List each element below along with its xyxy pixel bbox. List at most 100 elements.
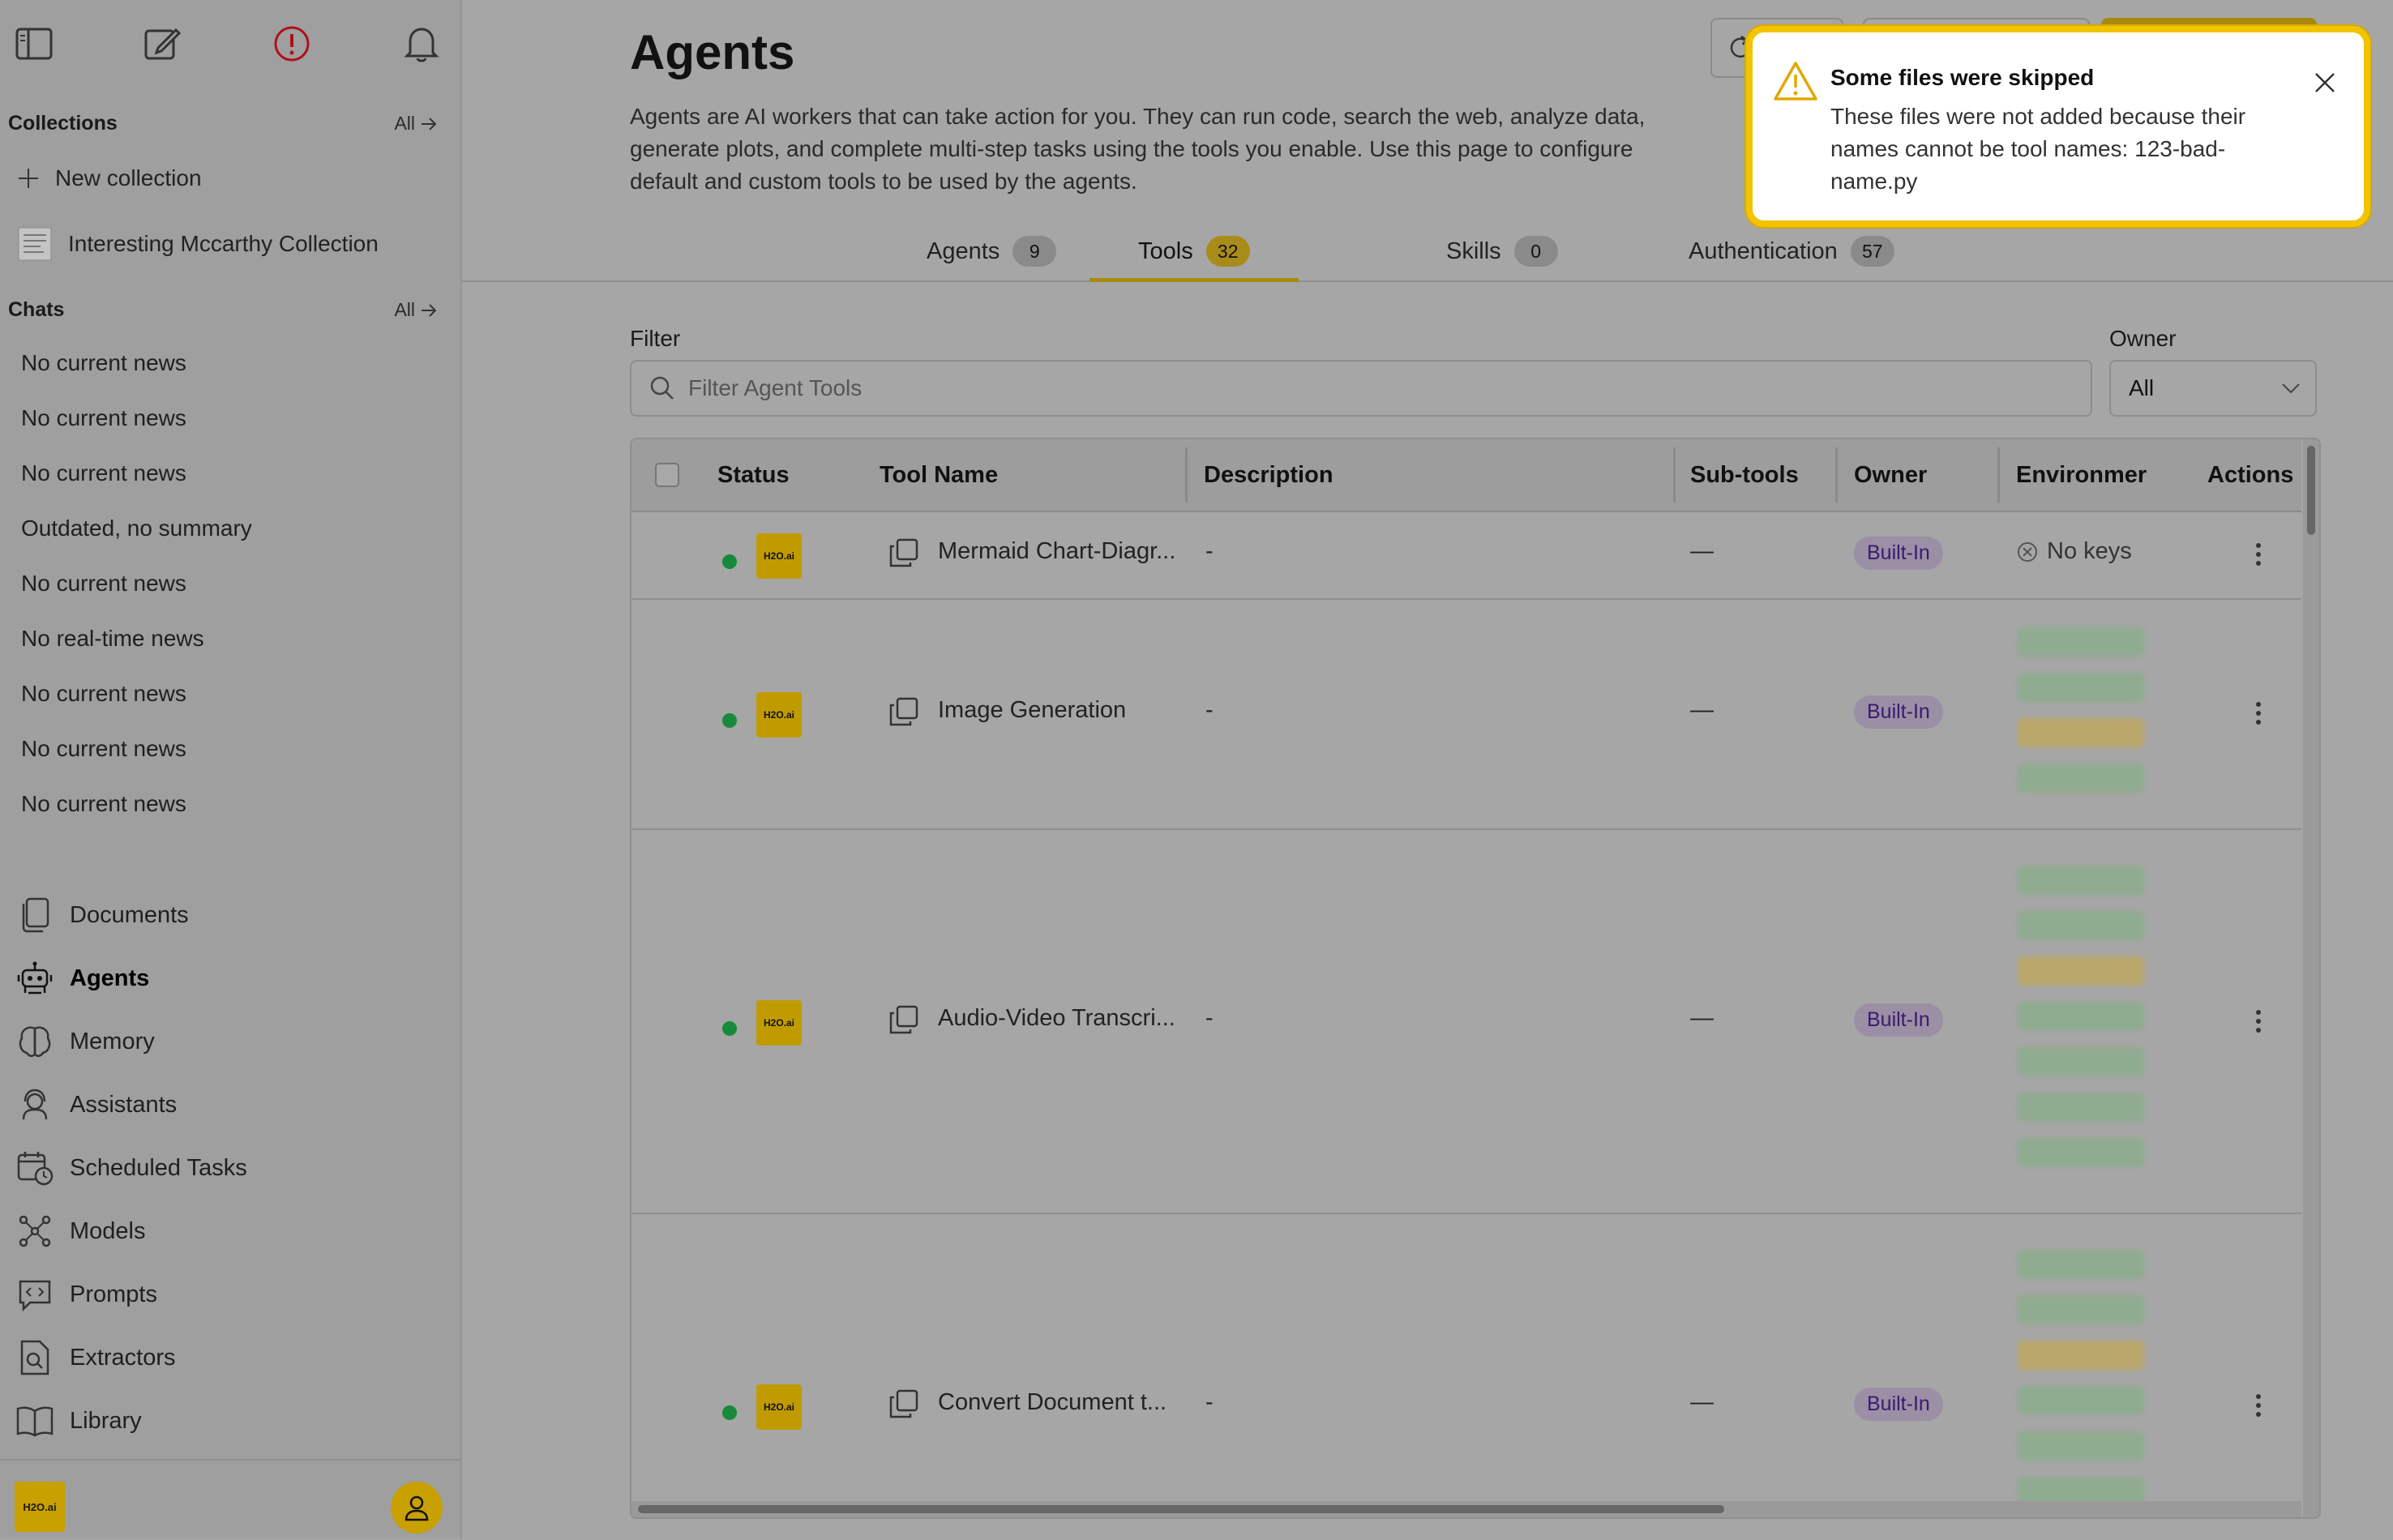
scrollbar-thumb[interactable] [638,1505,1724,1513]
scrollbar-thumb[interactable] [2307,446,2315,535]
owner-select-value: All [2129,375,2155,400]
arrow-right-icon [422,117,437,130]
environment-status: No keys [2047,538,2132,564]
vertical-scrollbar[interactable] [2303,439,2319,1517]
more-actions-icon[interactable] [2246,1003,2271,1039]
chat-item[interactable]: No current news [21,736,186,762]
tab-skills[interactable]: Skills 0 [1446,224,1558,279]
chat-item[interactable]: No current news [21,460,186,486]
bell-icon[interactable] [397,18,446,70]
owner-badge: Built-In [1854,537,1943,570]
filter-label: Filter [630,326,681,351]
select-all-checkbox[interactable] [654,439,680,511]
tab-agents[interactable]: Agents 9 [927,224,1057,279]
tool-name[interactable]: Audio-Video Transcri... [938,1005,1175,1032]
tool-subtools: — [1690,697,1714,723]
copy-icon[interactable] [888,1388,920,1420]
column-resize-handle[interactable] [1673,447,1676,503]
collection-item-label: Interesting Mccarthy Collection [68,231,379,256]
tool-subtools: — [1690,1005,1714,1031]
tool-name[interactable]: Image Generation [938,697,1126,724]
sidebar-item-label: Assistants [70,1091,178,1118]
table-row[interactable]: H2O.ai Convert Document t... - — Built-I… [631,1214,2301,1517]
chat-item[interactable]: Outdated, no summary [21,515,252,541]
sidebar-item-label: Prompts [70,1281,157,1307]
column-resize-handle[interactable] [1997,447,2000,503]
tool-subtools: — [1690,1389,1714,1415]
header-status[interactable]: Status [717,439,790,511]
search-input[interactable] [687,374,1987,402]
header-owner[interactable]: Owner [1854,439,1927,511]
more-actions-icon[interactable] [2246,1388,2271,1423]
sidebar-footer: H2O.ai [0,1459,460,1540]
toast-title: Some files were skipped [1830,65,2095,90]
sidebar-item-assistants[interactable]: Assistants [16,1086,177,1123]
sidebar-item-documents[interactable]: Documents [16,896,189,934]
collection-item[interactable]: Interesting Mccarthy Collection [16,225,379,263]
chat-item[interactable]: No current news [21,571,186,597]
sidebar-item-scheduled-tasks[interactable]: Scheduled Tasks [16,1149,247,1187]
collections-all-link[interactable]: All [394,113,438,135]
table-row[interactable]: H2O.ai Audio-Video Transcri... - — Built… [631,830,2301,1214]
header-tool-name[interactable]: Tool Name [880,439,998,511]
copy-icon[interactable] [888,1003,920,1036]
tool-name[interactable]: Convert Document t... [938,1389,1167,1416]
copy-icon[interactable] [888,537,920,569]
environment-key-chip [2018,1250,2144,1279]
sidebar-item-models[interactable]: Models [16,1213,146,1250]
more-actions-icon[interactable] [2246,537,2271,572]
header-description[interactable]: Description [1204,439,1333,511]
column-resize-handle[interactable] [1835,447,1838,503]
tool-name[interactable]: Mermaid Chart-Diagr... [938,538,1175,565]
more-actions-icon[interactable] [2246,695,2271,731]
headset-icon [16,1086,54,1123]
warning-icon [1772,60,1819,102]
header-environment[interactable]: Environmer [2016,439,2147,511]
owner-select[interactable]: All [2109,360,2317,417]
avatar[interactable] [391,1482,443,1534]
tab-tools[interactable]: Tools 32 [1089,224,1299,282]
alert-icon[interactable] [268,18,316,70]
sidebar-item-prompts[interactable]: Prompts [16,1276,157,1313]
environment-key-chip [2018,718,2144,747]
status-active-dot [722,713,737,728]
copy-icon[interactable] [888,695,920,728]
search-icon [650,376,674,400]
table-row[interactable]: H2O.ai Image Generation - — Built-In [631,600,2301,830]
horizontal-scrollbar[interactable] [631,1501,2301,1517]
owner-badge: Built-In [1854,1003,1943,1037]
close-icon[interactable] [2309,66,2341,99]
tool-logo: H2O.ai [756,692,802,738]
filter-field[interactable] [630,360,2092,417]
collection-thumbnail-icon [18,227,52,261]
chat-item[interactable]: No current news [21,681,186,707]
chat-item[interactable]: No current news [21,405,186,431]
sidebar-item-label: Agents [70,965,150,991]
sidebar-item-label: Scheduled Tasks [70,1154,247,1181]
table-row[interactable]: H2O.ai Mermaid Chart-Diagr... - — Built-… [631,512,2301,600]
sidebar-item-memory[interactable]: Memory [16,1023,155,1060]
environment-key-chip [2018,1138,2144,1167]
new-collection-button[interactable]: New collection [16,165,202,191]
tab-label: Skills [1446,237,1501,264]
network-icon [16,1213,54,1250]
tab-authentication[interactable]: Authentication 57 [1689,224,1894,279]
sidebar-toggle-icon[interactable] [10,18,58,70]
sidebar-item-label: Documents [70,901,189,928]
file-search-icon [16,1339,54,1376]
column-resize-handle[interactable] [1185,447,1188,503]
header-subtools[interactable]: Sub-tools [1690,439,1799,511]
tool-logo: H2O.ai [756,1000,802,1046]
chat-item[interactable]: No current news [21,791,186,817]
sidebar-item-library[interactable]: Library [16,1402,142,1439]
sidebar-item-agents[interactable]: Agents [16,960,149,997]
new-chat-icon[interactable] [138,18,186,70]
chat-item[interactable]: No current news [21,350,186,376]
owner-label: Owner [2109,326,2177,351]
environment-key-chip [2018,1093,2144,1122]
sidebar-item-label: Extractors [70,1344,176,1371]
chats-all-link[interactable]: All [394,299,438,321]
chat-item[interactable]: No real-time news [21,626,204,652]
sidebar-item-label: Models [70,1217,146,1244]
sidebar-item-extractors[interactable]: Extractors [16,1339,176,1376]
